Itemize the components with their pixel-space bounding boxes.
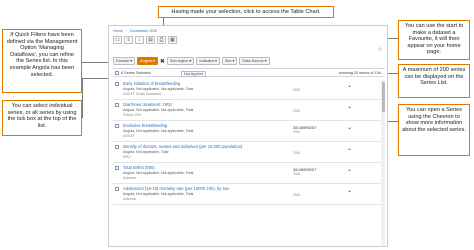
chevron-down-icon[interactable]: ⌄ xyxy=(347,124,352,131)
series-dims: Angola, Not applicable, Not applicable, … xyxy=(123,86,194,91)
list-item: Diarrhoea treatment: ORS Angola, Not app… xyxy=(113,100,383,121)
clear-filter-icon[interactable]: ✖ xyxy=(160,58,165,65)
folder-icon[interactable]: ▭ xyxy=(113,36,122,44)
filter-data-source[interactable]: Data Source ▾ xyxy=(239,57,270,65)
series-source: Unknown xyxy=(123,175,137,180)
list-item: Exclusive breastfeeding Angola, Not appl… xyxy=(113,121,383,142)
series-title[interactable]: Adolescent (10-19) mortality rate (per 1… xyxy=(123,186,229,191)
series-checkbox[interactable] xyxy=(115,124,119,128)
breadcrumb-separator: › xyxy=(125,29,127,33)
chevron-down-icon[interactable]: ⌄ xyxy=(347,145,352,152)
list-item: Total Births (000) Angola, Not applicabl… xyxy=(113,163,383,184)
breadcrumb-home[interactable]: Home xyxy=(113,29,123,33)
series-checkbox[interactable] xyxy=(115,82,119,86)
filter-angola[interactable]: Angola ▾ xyxy=(137,57,158,65)
series-dims: Angola, Not applicable, Not applicable, … xyxy=(123,191,194,196)
series-year: 2016 xyxy=(293,151,301,155)
series-list-window: Home › Countdown 2030 ▭ ⇪ ↓ ▤ ⎙ ▦ ☆ Doma… xyxy=(108,25,388,247)
chevron-down-icon[interactable]: ⌄ xyxy=(347,82,352,89)
series-count: showing 20 series of 154 xyxy=(338,71,381,75)
series-checkbox[interactable] xyxy=(115,103,119,107)
selected-count: 6 Series Selected xyxy=(121,71,151,75)
filter-domain[interactable]: Domain ▾ xyxy=(113,57,136,65)
chevron-down-icon[interactable]: ⌄ xyxy=(347,166,352,173)
series-year: 2016 xyxy=(293,172,301,176)
select-all-checkbox[interactable] xyxy=(115,71,119,75)
toolbar: ▭ ⇪ ↓ ▤ ⎙ ▦ xyxy=(113,36,177,44)
arrow-select xyxy=(82,78,83,118)
scrollbar-thumb[interactable] xyxy=(381,82,385,112)
series-source: WHO xyxy=(123,154,131,159)
series-dims: Angola, Not applicable, Total xyxy=(123,149,169,154)
chevron-down-icon[interactable]: ⌄ xyxy=(347,187,352,194)
download-icon[interactable]: ↓ xyxy=(135,36,144,44)
series-dims: Angola, Not applicable, Not applicable, … xyxy=(123,128,194,133)
list-item: Adolescent (10-19) mortality rate (per 1… xyxy=(113,184,383,205)
sort-dropdown[interactable]: Not Applied xyxy=(181,70,207,77)
callout-select-series: You can select individual series, or all… xyxy=(2,100,82,136)
series-list: Early initiation of breastfeeding Angola… xyxy=(113,79,383,205)
callout-chevron: You can open a Series using the Chevron … xyxy=(398,104,470,156)
quick-filters: Domain ▾ Angola ▾ ✖ Sub-region ▾ Indicat… xyxy=(113,57,270,65)
series-dims: Angola, Not applicable, Not applicable, … xyxy=(123,107,194,112)
callout-table-chart: Having made your selection, click to acc… xyxy=(158,6,334,18)
series-source: Unknown xyxy=(123,196,137,201)
callout-quick-filters: If Quick Filters have been defined via t… xyxy=(2,29,82,93)
select-all: 6 Series Selected xyxy=(115,69,151,78)
breadcrumb-dataset[interactable]: Countdown 2030 xyxy=(130,29,157,33)
save-icon[interactable]: ▤ xyxy=(146,36,155,44)
series-title[interactable]: Exclusive breastfeeding xyxy=(123,123,167,128)
share-icon[interactable]: ⇪ xyxy=(124,36,133,44)
series-title[interactable]: Total Births (000) xyxy=(123,165,155,170)
breadcrumb: Home › Countdown 2030 xyxy=(113,29,159,33)
series-title[interactable]: Diarrhoea treatment: ORS xyxy=(123,102,172,107)
print-icon[interactable]: ⎙ xyxy=(157,36,166,44)
list-header: 6 Series Selected Not Applied showing 20… xyxy=(113,68,385,77)
series-checkbox[interactable] xyxy=(115,145,119,149)
filter-sub-region[interactable]: Sub-region ▾ xyxy=(166,57,195,65)
chevron-down-icon[interactable]: ⌄ xyxy=(347,103,352,110)
series-year: 2016 xyxy=(293,130,301,134)
series-source: Pollock 2019 xyxy=(123,112,142,117)
series-checkbox[interactable] xyxy=(115,166,119,170)
series-dims: Angola, Not applicable, Not applicable, … xyxy=(123,170,194,175)
list-item: Early initiation of breastfeeding Angola… xyxy=(113,79,383,100)
callout-favourite: You can use the start to make a dataset … xyxy=(398,20,470,60)
scrollbar[interactable] xyxy=(381,80,385,245)
filter-sex[interactable]: Sex ▾ xyxy=(221,57,238,65)
series-year: 2016 xyxy=(293,88,301,92)
series-year: 2016 xyxy=(293,193,301,197)
series-title[interactable]: Early initiation of breastfeeding xyxy=(123,81,180,86)
callout-max-series: A maximum of 200 series can be displayed… xyxy=(398,64,470,98)
series-checkbox[interactable] xyxy=(115,187,119,191)
series-source: UNICEF Global Databases xyxy=(123,91,162,96)
series-year: 2016 xyxy=(293,109,301,113)
series-title[interactable]: Density of doctors, nurses and midwives … xyxy=(123,144,242,149)
list-item: Density of doctors, nurses and midwives … xyxy=(113,142,383,163)
filter-indicator[interactable]: Indicator ▾ xyxy=(196,57,220,65)
series-source: UNICEF xyxy=(123,133,135,138)
favourite-star-icon[interactable]: ☆ xyxy=(378,46,383,53)
arrow-select-h xyxy=(82,78,110,79)
table-chart-icon[interactable]: ▦ xyxy=(168,36,177,44)
